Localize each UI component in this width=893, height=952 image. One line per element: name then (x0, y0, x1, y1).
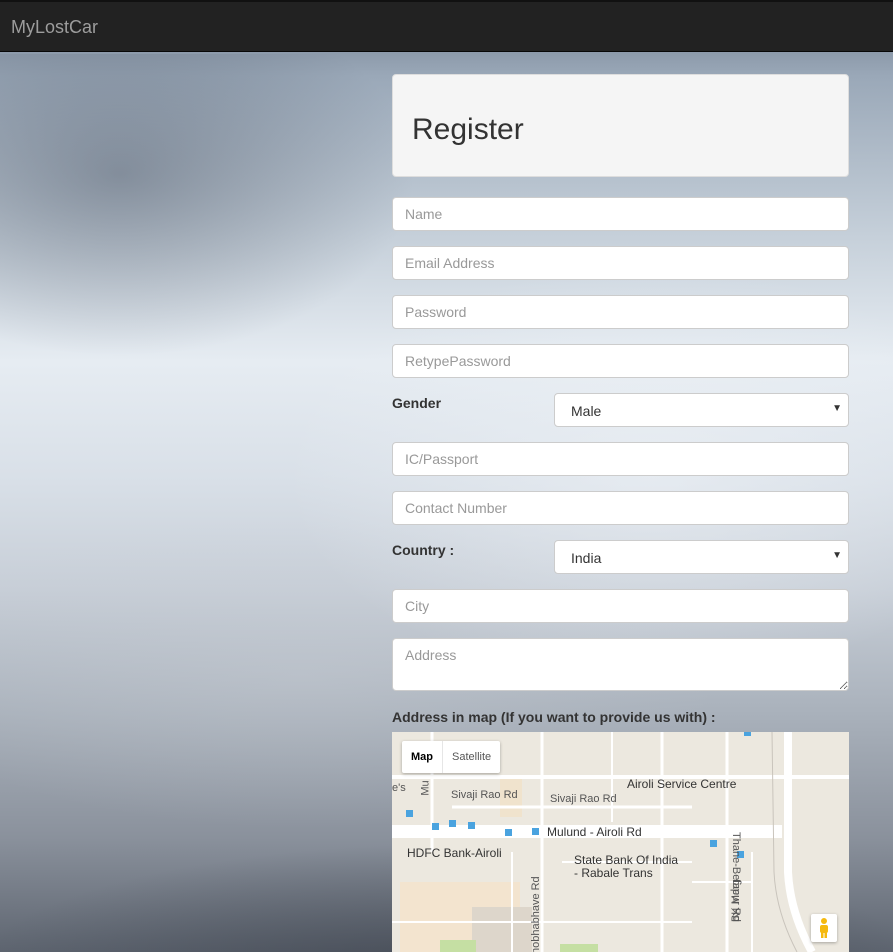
map-label-sivaji-2: Sivaji Rao Rd (550, 793, 617, 805)
chevron-down-icon: ▼ (832, 403, 842, 414)
gender-select[interactable]: Male ▼ (554, 393, 849, 427)
email-input[interactable] (392, 246, 849, 280)
map-label-mulund-airoli: Mulund - Airoli Rd (547, 825, 642, 839)
satellite-tab[interactable]: Satellite (443, 741, 500, 773)
gender-label: Gender (392, 395, 442, 411)
country-select[interactable]: India ▼ (554, 540, 849, 574)
page-title: Register (412, 113, 524, 146)
map-label-hdfc: HDFC Bank-Airoli (407, 846, 502, 860)
register-panel: Register (392, 74, 849, 177)
password-input[interactable] (392, 295, 849, 329)
map-label-sivaji-1: Sivaji Rao Rd (451, 789, 518, 801)
map-label-sbi-2: - Rabale Trans (574, 866, 653, 880)
map-label-mu: Mu (419, 780, 432, 796)
map-label-nobhabhave: nobhabhave Rd (530, 876, 542, 952)
city-input[interactable] (392, 589, 849, 623)
retype-password-input[interactable] (392, 344, 849, 378)
map-label: Address in map (If you want to provide u… (392, 709, 716, 725)
street-view-pegman-icon[interactable] (811, 914, 837, 942)
country-value: India (571, 550, 602, 566)
chevron-down-icon: ▼ (832, 550, 842, 561)
address-map[interactable]: Map Satellite Airoli Service Centre Siva… (392, 732, 849, 952)
gender-value: Male (571, 403, 602, 419)
map-label-es: e's (392, 782, 406, 794)
address-textarea[interactable] (392, 638, 849, 691)
map-type-toggle: Map Satellite (402, 741, 501, 773)
map-label-airoli-service: Airoli Service Centre (627, 777, 737, 791)
navbar: MyLostCar (0, 0, 893, 52)
map-label-sbi-1: State Bank Of India (574, 853, 679, 867)
name-input[interactable] (392, 197, 849, 231)
map-label-bk-marg: BK Marg (730, 879, 742, 922)
map-tab[interactable]: Map (402, 741, 443, 773)
ic-passport-input[interactable] (392, 442, 849, 476)
contact-number-input[interactable] (392, 491, 849, 525)
brand-link[interactable]: MyLostCar (11, 17, 98, 38)
country-label: Country : (392, 542, 455, 558)
